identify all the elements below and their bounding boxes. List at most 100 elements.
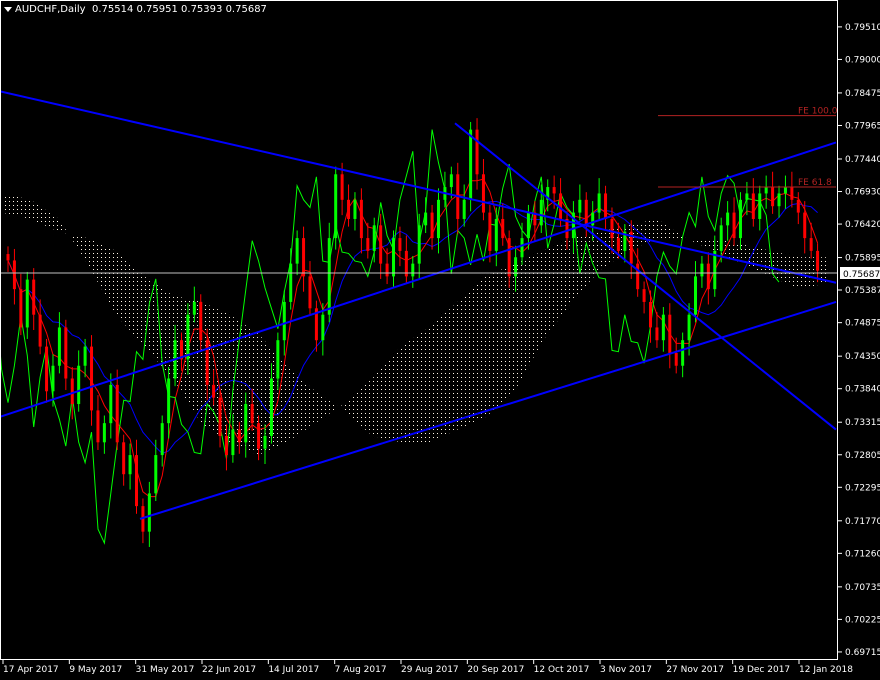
- bear-candle: [366, 238, 370, 251]
- bear-candle: [45, 346, 49, 392]
- price-chart[interactable]: FE 100.0 FE 61.8 0.79510 0.79000 0.78475 0.7…: [0, 0, 880, 680]
- bear-candle: [488, 212, 492, 251]
- bull-candle: [449, 174, 453, 188]
- bear-candle: [122, 442, 126, 475]
- chart-header: AUDCHF,Daily 0.75514 0.75951 0.75393 0.7…: [4, 4, 267, 15]
- bull-candle: [436, 199, 440, 239]
- bear-candle: [19, 289, 23, 328]
- bull-candle: [777, 193, 781, 207]
- bear-candle: [250, 404, 254, 424]
- bull-candle: [289, 263, 293, 302]
- bear-candle: [64, 327, 68, 379]
- bear-candle: [751, 193, 755, 219]
- x-tick-label: 22 Jun 2017: [202, 665, 256, 675]
- bull-candle: [77, 365, 81, 405]
- bull-candle: [462, 199, 466, 219]
- bear-candle: [96, 410, 100, 443]
- bear-candle: [70, 378, 74, 405]
- x-tick-label: 7 Aug 2017: [335, 665, 387, 675]
- bear-candle: [809, 238, 813, 251]
- bear-candle: [32, 279, 36, 315]
- bull-candle: [469, 129, 473, 200]
- bear-candle: [649, 301, 653, 328]
- x-tick-label: 17 Apr 2017: [3, 665, 59, 675]
- symbol-label: AUDCHF,Daily: [15, 4, 86, 15]
- bear-candle: [199, 301, 203, 341]
- bull-candle: [263, 435, 267, 449]
- bull-candle: [738, 199, 742, 239]
- bear-candle: [642, 289, 646, 302]
- x-tick-label: 27 Nov 2017: [666, 665, 724, 675]
- bull-candle: [417, 225, 421, 264]
- x-tick-label: 29 Aug 2017: [401, 665, 459, 675]
- bear-candle: [237, 429, 241, 443]
- bear-candle: [655, 327, 659, 341]
- bear-candle: [674, 352, 678, 366]
- y-tick-label: 0.77965: [845, 121, 880, 131]
- fibo-level-label: FE 100.0: [798, 107, 838, 117]
- current-price-label: 0.75687: [843, 270, 880, 280]
- y-tick-label: 0.79000: [845, 55, 880, 65]
- bull-candle: [25, 279, 29, 328]
- y-tick-label: 0.73315: [845, 418, 880, 428]
- y-tick-label: 0.70225: [845, 615, 880, 625]
- bear-candle: [359, 199, 363, 239]
- bear-candle: [38, 314, 42, 347]
- bear-candle: [12, 260, 16, 290]
- x-tick-label: 12 Jan 2018: [799, 665, 853, 675]
- bull-candle: [147, 493, 151, 532]
- bull-candle: [269, 378, 273, 436]
- bull-candle: [539, 199, 543, 226]
- bull-candle: [514, 257, 518, 277]
- bull-candle: [700, 263, 704, 277]
- bull-candle: [57, 327, 61, 366]
- x-tick-label: 31 May 2017: [136, 665, 195, 675]
- x-tick-label: 14 Jul 2017: [268, 665, 319, 675]
- bull-candle: [244, 404, 248, 443]
- bear-candle: [135, 455, 139, 507]
- bull-candle: [282, 301, 286, 341]
- bull-candle: [392, 238, 396, 277]
- bull-candle: [526, 212, 530, 239]
- bull-candle: [186, 314, 190, 360]
- bear-candle: [771, 187, 775, 207]
- bear-candle: [584, 199, 588, 226]
- y-tick-label: 0.73840: [845, 385, 880, 395]
- y-tick-label: 0.78475: [845, 89, 880, 99]
- bear-candle: [212, 384, 216, 398]
- bull-candle: [334, 174, 338, 239]
- bear-candle: [507, 238, 511, 277]
- bull-candle: [327, 238, 331, 315]
- bear-candle: [616, 238, 620, 251]
- bear-candle: [668, 314, 672, 353]
- bull-candle: [681, 340, 685, 366]
- chevron-down-icon[interactable]: [4, 6, 12, 12]
- y-tick-label: 0.76420: [845, 220, 880, 230]
- bull-candle: [102, 423, 106, 443]
- x-tick-label: 19 Dec 2017: [733, 665, 791, 675]
- bear-candle: [205, 340, 209, 385]
- bull-candle: [693, 276, 697, 315]
- bull-candle: [494, 218, 498, 251]
- bear-candle: [481, 174, 485, 213]
- bull-candle: [154, 455, 158, 494]
- bear-candle: [90, 346, 94, 411]
- bear-candle: [790, 187, 794, 200]
- bull-candle: [411, 263, 415, 277]
- bull-candle: [231, 429, 235, 456]
- bull-candle: [713, 250, 717, 290]
- bear-candle: [796, 199, 800, 213]
- bear-candle: [475, 129, 479, 175]
- x-tick-label: 9 May 2017: [69, 665, 122, 675]
- bear-candle: [385, 263, 389, 277]
- bull-candle: [783, 187, 787, 194]
- bull-candle: [764, 187, 768, 194]
- bear-candle: [552, 187, 556, 194]
- bull-candle: [520, 238, 524, 258]
- bear-candle: [636, 263, 640, 290]
- bear-candle: [115, 384, 119, 443]
- y-tick-label: 0.72295: [845, 483, 880, 493]
- bull-candle: [167, 378, 171, 424]
- bear-candle: [732, 212, 736, 239]
- bull-candle: [424, 212, 428, 226]
